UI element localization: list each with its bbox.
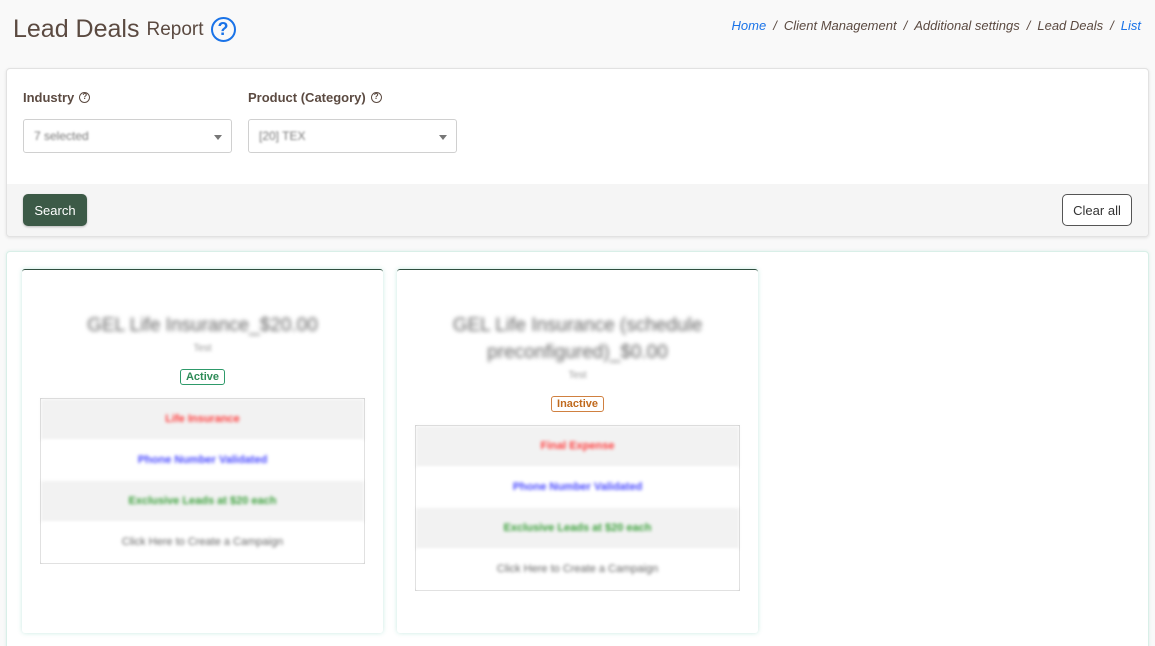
status-badge: Inactive	[551, 396, 604, 412]
breadcrumb-lead-deals: Lead Deals	[1037, 18, 1104, 33]
deal-info-table: Life Insurance Phone Number Validated Ex…	[40, 398, 365, 564]
help-icon[interactable]: ?	[79, 91, 91, 103]
product-select[interactable]: [20] TEX	[248, 119, 457, 153]
deal-validation: Phone Number Validated	[416, 467, 739, 508]
industry-label-text: Industry	[23, 89, 75, 105]
industry-select-value: 7 selected	[34, 129, 89, 143]
breadcrumb-additional-settings: Additional settings	[914, 18, 1020, 33]
industry-label: Industry ?	[23, 89, 91, 105]
deal-info-table: Final Expense Phone Number Validated Exc…	[415, 425, 740, 591]
deal-title: GEL Life Insurance (schedule preconfigur…	[452, 315, 703, 363]
deal-subtitle: Test	[568, 370, 587, 381]
help-icon[interactable]: ?	[370, 91, 382, 103]
breadcrumb: Home / Client Management / Additional settin…	[732, 18, 1141, 33]
status-badge: Active	[179, 369, 226, 385]
product-select-value: [20] TEX	[259, 129, 306, 143]
page-header: Lead Deals Report ? Home / Client Manageme…	[0, 0, 1155, 62]
breadcrumb-separator: /	[1110, 18, 1114, 33]
clear-all-button[interactable]: Clear all	[1062, 194, 1132, 226]
create-campaign-link[interactable]: Click Here to Create a Campaign	[41, 522, 364, 563]
question-circle-icon[interactable]: ?	[210, 17, 236, 42]
breadcrumb-list[interactable]: List	[1121, 18, 1141, 33]
page-title-text: Lead Deals	[13, 15, 140, 43]
deal-price: Exclusive Leads at $20 each	[416, 508, 739, 549]
deal-category: Life Insurance	[41, 399, 364, 440]
product-label-text: Product (Category)	[248, 89, 366, 105]
deal-card: GEL Life Insurance (schedule preconfigur…	[397, 269, 758, 633]
industry-select[interactable]: 7 selected	[23, 119, 232, 153]
product-label: Product (Category) ?	[248, 89, 382, 105]
breadcrumb-home[interactable]: Home	[732, 18, 767, 33]
breadcrumb-client-management: Client Management	[783, 18, 897, 33]
status-badge-wrap: Active	[22, 367, 383, 385]
status-badge-wrap: Inactive	[397, 394, 758, 412]
deal-validation: Phone Number Validated	[41, 440, 364, 481]
breadcrumb-separator: /	[903, 18, 908, 33]
create-campaign-link[interactable]: Click Here to Create a Campaign	[416, 549, 739, 590]
deal-price: Exclusive Leads at $20 each	[41, 481, 364, 522]
deal-category: Final Expense	[416, 426, 739, 467]
results-panel: GEL Life Insurance_$20.00 Test Active Li…	[6, 251, 1149, 646]
deal-subtitle: Test	[193, 343, 212, 354]
deal-card: GEL Life Insurance_$20.00 Test Active Li…	[22, 269, 383, 633]
breadcrumb-separator: /	[773, 18, 777, 33]
industry-filter: Industry ? 7 selected	[23, 89, 232, 153]
page-title: Lead Deals Report ?	[13, 15, 236, 44]
search-button[interactable]: Search	[23, 194, 87, 226]
chevron-down-icon	[439, 135, 447, 140]
page-subtitle: Report	[146, 18, 204, 40]
breadcrumb-separator: /	[1026, 18, 1031, 33]
filter-panel: Industry ? 7 selected Product (Category)…	[6, 68, 1149, 237]
filter-footer: Search Clear all	[7, 184, 1148, 236]
deal-title: GEL Life Insurance_$20.00	[87, 315, 318, 336]
product-filter: Product (Category) ? [20] TEX	[248, 89, 457, 153]
chevron-down-icon	[214, 135, 222, 140]
